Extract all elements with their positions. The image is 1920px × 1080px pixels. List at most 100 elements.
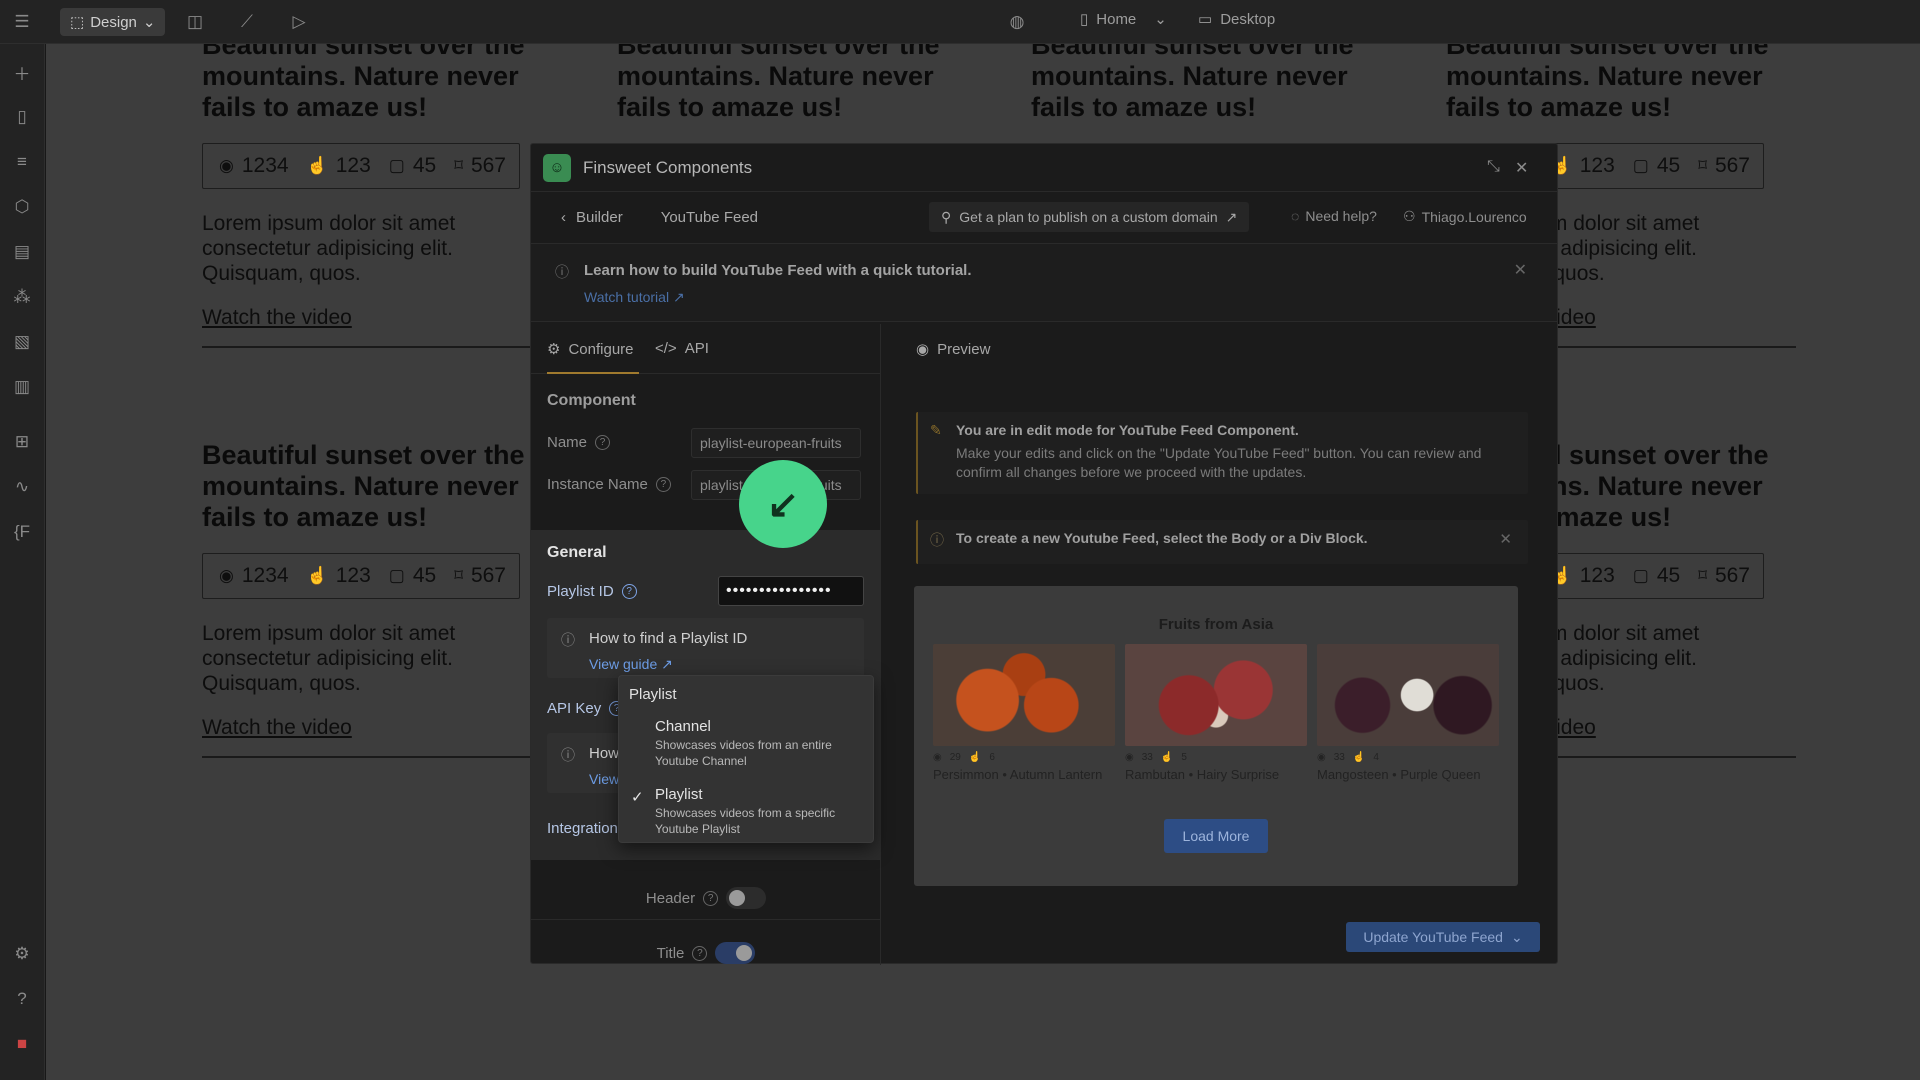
video-title: Persimmon • Autumn Lantern <box>933 767 1103 782</box>
modal-title: Finsweet Components <box>583 157 753 177</box>
finsweet-logo-icon: ☺ <box>543 153 571 182</box>
general-section: General Playlist ID? •••••••••••••••• ⓘ … <box>531 530 881 860</box>
left-toolbar: ＋ ▯ ≡ ⬡ ▤ ⁂ ▧ ▥ ⊞ ∿ {F ⚙ ? ■ <box>0 44 45 1080</box>
title-toggle-row: Title ? <box>531 942 881 964</box>
help-icon[interactable]: ? <box>595 435 611 450</box>
assets-icon[interactable]: ▧ <box>10 330 34 354</box>
user-menu[interactable]: ⚇ Thiago.Lourenco <box>1403 208 1527 225</box>
bookmark-icon: ⌑ <box>1698 566 1707 585</box>
divider <box>202 346 552 348</box>
view-api-guide-link[interactable]: View <box>589 771 619 787</box>
device-selector[interactable]: ▭ Desktop <box>1198 10 1276 29</box>
playlist-id-input[interactable]: •••••••••••••••• <box>718 576 864 606</box>
edit-mode-note: ✎ You are in edit mode for YouTube Feed … <box>916 412 1528 494</box>
play-icon[interactable]: ▷ <box>287 10 311 34</box>
bookmark-icon: ⌑ <box>454 566 463 585</box>
tab-preview[interactable]: ◉ Preview <box>916 340 990 359</box>
code-icon: </> <box>655 340 677 357</box>
chevron-down-icon: ⌄ <box>1510 928 1523 945</box>
chevron-left-icon: ‹ <box>561 209 566 226</box>
close-icon[interactable]: ✕ <box>1499 530 1512 548</box>
video-title: Mangosteen • Purple Queen <box>1317 767 1481 782</box>
card-body: Lorem ipsum dolor sit amet consectetur a… <box>202 622 456 695</box>
book-icon[interactable]: ▥ <box>10 375 34 399</box>
card-title: Beautiful sunset over the mountains. Nat… <box>1031 44 1354 122</box>
view-guide-link[interactable]: View guide ↗ <box>589 656 673 673</box>
page-selector[interactable]: ▯ Home ⌄ <box>1080 10 1167 29</box>
video-card[interactable]: ◉ 33 ☝ 5 Rambutan • Hairy Surprise <box>1125 644 1307 783</box>
cursor-icon: ⬚ <box>70 14 85 31</box>
video-card[interactable]: ◉ 29 ☝ 6 Persimmon • Autumn Lantern <box>933 644 1115 783</box>
style-icon[interactable]: ⁂ <box>10 285 34 309</box>
card-title: Beautiful sunset over the mountains. Nat… <box>617 44 940 122</box>
comment-icon: ▢ <box>1632 566 1649 585</box>
card-title: Beautiful sunset over the mountains. Nat… <box>202 440 525 532</box>
thumbs-up-icon: ☝ <box>1352 752 1366 763</box>
pencil-icon: ✎ <box>930 422 942 438</box>
header-toggle[interactable] <box>726 887 767 909</box>
watch-video-link[interactable]: Watch the video <box>202 716 532 740</box>
api-key-label: API Key? <box>547 700 625 717</box>
plan-button[interactable]: ⚲ Get a plan to publish on a custom doma… <box>929 202 1250 232</box>
settings-icon[interactable]: ⚙ <box>10 942 34 966</box>
feed-title: Fruits from Asia <box>1158 616 1274 633</box>
add-icon[interactable]: ＋ <box>10 60 34 84</box>
check-icon: ✓ <box>631 789 644 806</box>
load-more-button[interactable]: Load More <box>1164 819 1268 853</box>
name-input[interactable]: playlist-european-fruits <box>691 428 861 458</box>
apps-icon[interactable]: ⊞ <box>10 430 34 454</box>
finsweet-icon[interactable]: {F <box>10 520 34 544</box>
gear-icon: ⚙ <box>547 341 561 358</box>
collapse-icon[interactable]: ⤡ <box>1487 158 1500 176</box>
card-body: Lorem ipsum dolor sit amet consectetur a… <box>202 212 456 285</box>
watch-video-link[interactable]: Watch the video <box>202 306 532 330</box>
tab-configure[interactable]: ⚙ Configure <box>547 340 634 359</box>
device-label: Desktop <box>1220 10 1276 28</box>
eye-icon: ◉ <box>916 341 930 358</box>
eye-icon: ◉ <box>219 156 234 175</box>
rocket-icon: ⚲ <box>941 208 952 225</box>
need-help-link[interactable]: ◌ Need help? <box>1291 208 1377 224</box>
youtube-feed-preview: Fruits from Asia ◉ 29 ☝ 6 Persimmon • Autum… <box>914 586 1518 886</box>
thumbs-up-icon: ☝ <box>306 566 328 585</box>
divider <box>202 756 552 758</box>
help-icon[interactable]: ? <box>10 987 34 1011</box>
record-icon[interactable]: ■ <box>10 1032 34 1056</box>
playlist-help-box: ⓘ How to find a Playlist ID View guide ↗ <box>547 618 864 678</box>
cursor-resize-icon: ↙ <box>739 460 827 548</box>
help-icon[interactable]: ? <box>703 890 719 906</box>
pages-icon[interactable]: ▯ <box>10 105 34 129</box>
thumbs-up-icon: ☝ <box>306 156 328 175</box>
close-icon[interactable]: ✕ <box>1515 158 1528 178</box>
database-icon[interactable]: ◫ <box>183 10 207 34</box>
page-icon: ▯ <box>1080 11 1089 28</box>
help-icon[interactable]: ? <box>621 584 637 599</box>
menu-icon[interactable]: ☰ <box>10 10 34 34</box>
cms-icon[interactable]: ▤ <box>10 240 34 264</box>
help-icon[interactable]: ? <box>692 945 708 961</box>
dropdown-selected[interactable]: Playlist <box>629 686 677 703</box>
design-mode-button[interactable]: ⬚ Design ⌄ <box>60 8 166 36</box>
playlist-id-label: Playlist ID? <box>547 583 637 600</box>
globe-icon[interactable]: ◍ <box>1005 10 1029 34</box>
builder-back-button[interactable]: ‹ Builder <box>561 209 623 226</box>
navigator-icon[interactable]: ≡ <box>10 150 34 174</box>
card: Beautiful sunset over the mountains. Nat… <box>617 44 947 123</box>
chevron-down-icon: ⌄ <box>142 14 156 31</box>
option-playlist[interactable]: Playlist Showcases videos from a specifi… <box>655 786 865 837</box>
card: Beautiful sunset over the mountains. Nat… <box>202 44 552 348</box>
configure-panel: ⚙ Configure </> API Component Name? play… <box>531 324 881 965</box>
update-youtube-feed-button[interactable]: Update YouTube Feed ⌄ <box>1346 922 1540 952</box>
activity-icon[interactable]: ∿ <box>10 475 34 499</box>
close-icon[interactable]: ✕ <box>1514 260 1527 280</box>
option-channel[interactable]: Channel Showcases videos from an entire … <box>655 718 865 769</box>
chart-icon[interactable]: ⟋ <box>235 10 259 34</box>
title-toggle[interactable] <box>715 942 756 964</box>
watch-tutorial-link[interactable]: Watch tutorial ↗ <box>584 289 685 306</box>
info-icon: ⓘ <box>561 632 575 648</box>
components-icon[interactable]: ⬡ <box>10 195 34 219</box>
tab-api[interactable]: </> API <box>655 340 709 357</box>
eye-icon: ◉ <box>219 566 234 585</box>
video-card[interactable]: ◉ 33 ☝ 4 Mangosteen • Purple Queen <box>1317 644 1499 783</box>
help-icon[interactable]: ? <box>655 477 671 492</box>
